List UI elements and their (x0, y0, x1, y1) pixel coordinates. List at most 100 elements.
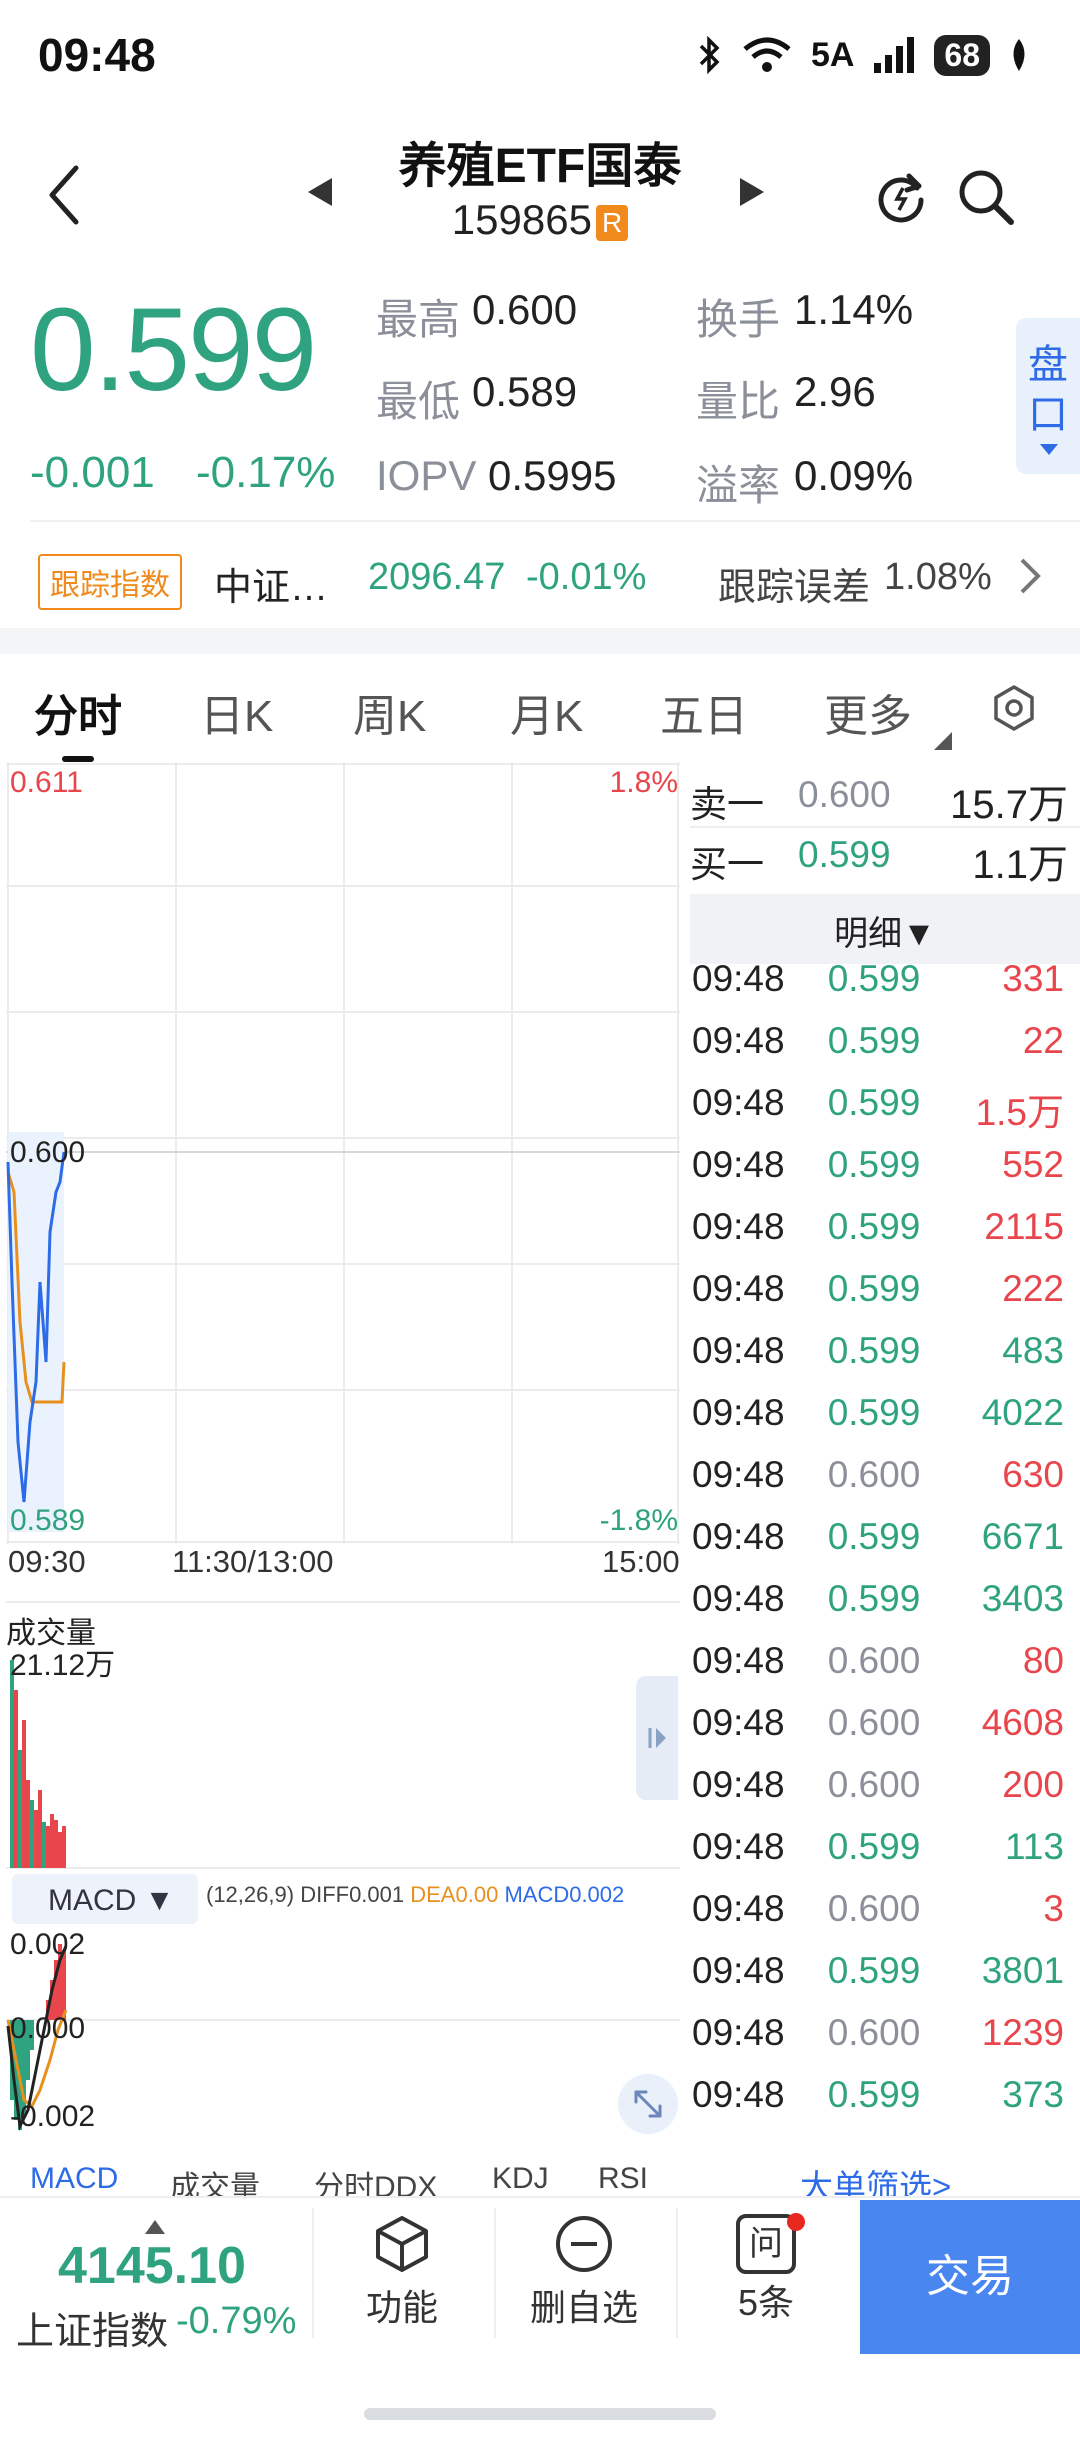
tick-row: 09:48 0.600 1239 (692, 2012, 1064, 2074)
tick-volume: 3 (1043, 1888, 1064, 1929)
trade-button[interactable]: 交易 (860, 2200, 1080, 2354)
remove-watchlist-button[interactable]: 删自选 (524, 2214, 644, 2344)
volume-value: 21.12万 (10, 1649, 116, 1682)
tick-volume: 222 (1002, 1268, 1064, 1309)
indicator-tab-kdj[interactable]: KDJ (492, 2162, 549, 2196)
settings-icon[interactable] (990, 684, 1038, 732)
tick-volume: 331 (1002, 958, 1064, 999)
tick-price: 0.599 (827, 958, 921, 999)
tick-time: 09:48 (692, 1640, 785, 1681)
pankou-caret-icon (1040, 444, 1058, 455)
search-icon[interactable] (955, 166, 1017, 228)
more-caret-icon (934, 732, 952, 750)
tick-volume: 552 (1002, 1144, 1064, 1185)
tick-volume: 630 (1002, 1454, 1064, 1495)
tab-daily-k[interactable]: 日K (200, 680, 273, 744)
fullscreen-icon (634, 2090, 662, 2118)
tick-price: 0.600 (827, 1454, 921, 1495)
refresh-icon[interactable] (873, 168, 929, 224)
tick-volume: 3403 (981, 1578, 1064, 1619)
tick-row: 09:48 0.600 200 (692, 1764, 1064, 1826)
macd-chart[interactable] (6, 1930, 680, 2136)
high-label: 最高 (376, 296, 461, 343)
tracking-index-name[interactable]: 中证… (214, 556, 328, 611)
tick-time: 09:48 (692, 1330, 785, 1371)
market-index-value[interactable]: 4145.10 (58, 2236, 246, 2296)
tick-volume: 200 (1002, 1764, 1064, 1805)
tick-price: 0.600 (827, 1702, 921, 1743)
ask-count-label: 5条 (737, 2282, 795, 2323)
tracking-error-label: 跟踪误差 (718, 567, 871, 609)
tick-time: 09:48 (692, 1020, 785, 1061)
tick-time: 09:48 (692, 1268, 785, 1309)
expand-icon (648, 1728, 666, 1748)
tick-row: 09:48 0.599 373 (692, 2074, 1064, 2136)
low-label: 最低 (376, 378, 461, 425)
tab-more[interactable]: 更多 (824, 680, 912, 744)
intraday-chart[interactable] (6, 762, 680, 1544)
tick-price: 0.599 (827, 1206, 921, 1247)
time-axis-start: 09:30 (8, 1544, 86, 1579)
tick-time: 09:48 (692, 1144, 785, 1185)
tick-volume: 483 (1002, 1330, 1064, 1371)
tick-row: 09:48 0.599 4022 (692, 1392, 1064, 1454)
tick-time: 09:48 (692, 1764, 785, 1805)
status-icons: 5A 68 (697, 30, 1030, 80)
tick-volume: 4022 (981, 1392, 1064, 1433)
tab-intraday[interactable]: 分时 (34, 680, 122, 744)
r-badge: R (595, 204, 629, 241)
tick-row: 09:48 0.599 483 (692, 1330, 1064, 1392)
chevron-right-icon[interactable] (1014, 556, 1044, 596)
macd-diff: DIFF0.001 (300, 1882, 405, 1907)
tick-price: 0.600 (827, 1888, 921, 1929)
tick-volume: 1.5万 (975, 1092, 1064, 1133)
indicator-tab-macd[interactable]: MACD (30, 2162, 118, 2196)
macd-params: (12,26,9) DIFF0.001 DEA0.00 MACD0.002 (206, 1882, 624, 1908)
macd-selector-label: MACD (48, 1884, 137, 1917)
tick-row: 09:48 0.600 4608 (692, 1702, 1064, 1764)
divider (312, 2208, 314, 2338)
tab-five-day[interactable]: 五日 (660, 680, 748, 744)
divider (676, 2208, 678, 2338)
iopv-label: IOPV (376, 452, 477, 499)
tick-time: 09:48 (692, 2074, 785, 2115)
tick-row: 09:48 0.599 3403 (692, 1578, 1064, 1640)
tick-price: 0.599 (827, 1330, 921, 1371)
section-gap (0, 628, 1080, 654)
expand-panel-tab[interactable] (636, 1676, 678, 1800)
tick-volume: 3801 (981, 1950, 1064, 1991)
indicator-tab-rsi[interactable]: RSI (598, 2162, 648, 2196)
tick-volume: 373 (1002, 2074, 1064, 2115)
market-index-name[interactable]: 上证指数 (16, 2300, 168, 2355)
macd-selector[interactable]: MACD ▼ (12, 1874, 198, 1924)
tick-time: 09:48 (692, 1516, 785, 1557)
y-axis-top: 0.611 (10, 766, 83, 799)
tab-weekly-k[interactable]: 周K (353, 680, 426, 744)
fullscreen-button[interactable] (618, 2074, 678, 2134)
tick-time: 09:48 (692, 1578, 785, 1619)
tick-price: 0.599 (827, 1826, 921, 1867)
time-axis-end: 15:00 (602, 1544, 680, 1579)
tick-price: 0.599 (827, 1020, 921, 1061)
function-button[interactable]: 功能 (342, 2214, 462, 2344)
remove-watchlist-label: 删自选 (529, 2287, 638, 2328)
turnover-label: 换手 (696, 296, 781, 343)
tracking-index-value: 2096.47 (368, 556, 506, 598)
tracking-index-badge: 跟踪指数 (38, 554, 182, 610)
function-label: 功能 (365, 2287, 438, 2328)
tracking-error-value: 1.08% (884, 556, 992, 598)
tab-monthly-k[interactable]: 月K (510, 680, 583, 744)
tick-price: 0.599 (827, 1950, 921, 1991)
tick-price: 0.600 (827, 1764, 921, 1805)
pct-axis-bottom: -1.8% (599, 1504, 678, 1537)
notification-dot (787, 2213, 805, 2231)
premium-label: 溢率 (696, 462, 781, 509)
ask1-price: 0.600 (798, 774, 891, 815)
ask-button[interactable]: 问 5条 (706, 2214, 826, 2344)
wifi-icon (743, 37, 791, 72)
tick-row: 09:48 0.600 3 (692, 1888, 1064, 1950)
stock-code: 159865 (451, 196, 592, 243)
market-index-change: -0.79% (176, 2300, 297, 2342)
home-indicator[interactable] (364, 2408, 716, 2420)
detail-dropdown[interactable]: 明细▼ (690, 906, 1080, 955)
